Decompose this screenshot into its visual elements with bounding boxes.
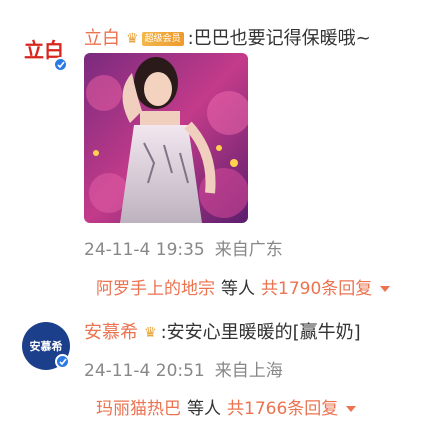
username[interactable]: 安慕希 [84,322,138,344]
comment-item: 立白 立白 ♛ 超级会员 : 巴巴也要记得保暖哦~ 24-11-4 19:35 … [0,0,445,300]
username[interactable]: 立白 [84,28,120,50]
comment-date: 24-11-4 19:35 [84,240,205,260]
reply-user[interactable]: 阿罗手上的地宗 [96,279,215,299]
verified-badge-icon [55,354,70,369]
comment-meta: 24-11-4 20:51 来自上海 [84,356,293,381]
comment-text: 安安心里暖暖的[赢牛奶] [166,322,361,343]
reply-etc: 等人 [221,279,255,299]
reply-count[interactable]: 共1766条回复 [227,399,338,419]
reply-count[interactable]: 共1790条回复 [261,279,372,299]
comment-source: 来自上海 [214,361,283,381]
chevron-down-icon[interactable] [380,286,391,292]
comment-date: 24-11-4 20:51 [84,361,205,381]
comment-meta: 24-11-4 19:35 来自广东 [84,235,293,260]
reply-etc: 等人 [187,399,221,419]
chevron-down-icon[interactable] [346,406,357,412]
crown-icon: ♛ [144,325,157,341]
comment-item: 安慕希 安慕希 ♛ : 安安心里暖暖的[赢牛奶] 24-11-4 20:51 来自… [0,300,445,435]
comment-text: 巴巴也要记得保暖哦~ [193,28,371,49]
comment-image[interactable] [84,53,248,223]
vip-tag: 超级会员 [141,32,184,46]
verified-badge-icon [53,57,68,72]
reply-user[interactable]: 玛丽猫热巴 [96,399,181,419]
reply-summary[interactable]: 玛丽猫热巴 等人 共1766条回复 [96,394,357,419]
reply-summary[interactable]: 阿罗手上的地宗 等人 共1790条回复 [96,274,391,299]
crown-icon: ♛ [126,31,139,47]
comment-source: 来自广东 [214,240,283,260]
